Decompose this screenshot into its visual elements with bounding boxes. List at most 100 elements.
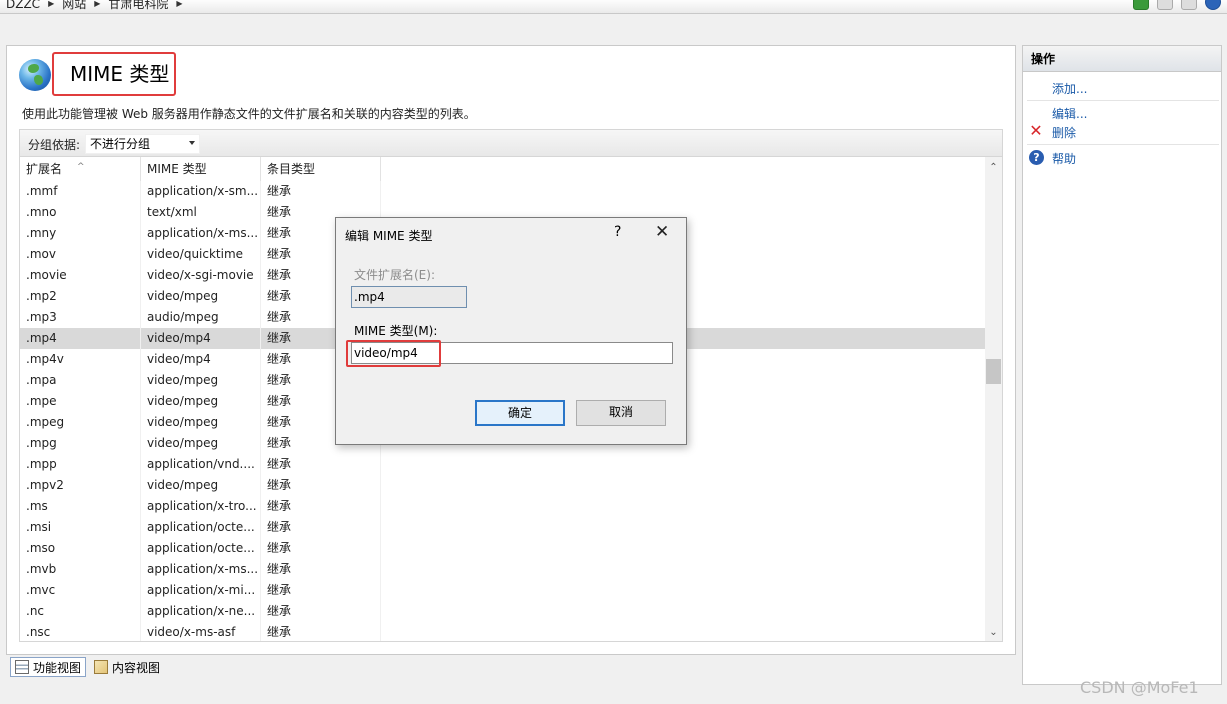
watermark: CSDN @MoFe1 <box>1080 678 1199 697</box>
help-icon[interactable]: ? <box>1029 150 1044 165</box>
cell-mime-type: audio/mpeg <box>141 307 261 328</box>
tab-features-view[interactable]: 功能视图 <box>10 657 87 677</box>
tab-content-view[interactable]: 内容视图 <box>90 657 164 677</box>
column-header-extension[interactable]: 扩展名 ^ <box>20 157 141 181</box>
cell-extension: .mpv2 <box>20 475 141 496</box>
cell-mime-type: video/mpeg <box>141 433 261 454</box>
cell-mime-type: application/x-sm... <box>141 181 261 202</box>
toolbar-icons <box>1133 0 1221 10</box>
vertical-scrollbar[interactable]: ⌃ ⌄ <box>985 157 1002 641</box>
breadcrumb-item-server[interactable]: DZZC <box>0 0 46 11</box>
cell-mime-type: text/xml <box>141 202 261 223</box>
dialog-help-button[interactable]: ? <box>614 224 621 240</box>
extension-label: 文件扩展名(E): <box>354 268 435 282</box>
group-by-select[interactable]: 不进行分组 <box>85 134 200 154</box>
table-row[interactable]: .ms application/x-tro... 继承 <box>20 496 988 517</box>
table-row[interactable]: .nc application/x-ne... 继承 <box>20 601 988 622</box>
breadcrumb-item-site[interactable]: 甘肃电科院 <box>102 0 174 12</box>
table-row[interactable]: .mpp application/vnd.... 继承 <box>20 454 988 475</box>
extension-field: .mp4 <box>351 286 467 308</box>
cell-entry-type: 继承 <box>261 496 381 517</box>
cell-mime-type: video/x-ms-asf <box>141 622 261 641</box>
tab-content-view-label: 内容视图 <box>112 660 161 675</box>
action-edit[interactable]: 编辑... <box>1052 105 1087 122</box>
chevron-down-icon <box>189 141 195 145</box>
cell-extension: .mmf <box>20 181 141 202</box>
cell-entry-type: 继承 <box>261 538 381 559</box>
action-separator <box>1027 100 1219 101</box>
address-bar: DZZC ▶ 网站 ▶ 甘肃电科院 ▶ <box>0 0 1227 14</box>
delete-icon[interactable]: ✕ <box>1029 123 1043 139</box>
cell-entry-type: 继承 <box>261 601 381 622</box>
mime-type-label: MIME 类型(M): <box>354 324 438 338</box>
cell-entry-type: 继承 <box>261 622 381 641</box>
cell-extension: .mso <box>20 538 141 559</box>
table-row[interactable]: .mso application/octe... 继承 <box>20 538 988 559</box>
cell-extension: .msi <box>20 517 141 538</box>
cell-extension: .mvb <box>20 559 141 580</box>
list-header: 扩展名 ^ MIME 类型 条目类型 <box>20 157 381 181</box>
cell-mime-type: application/x-mi... <box>141 580 261 601</box>
column-header-entry-type[interactable]: 条目类型 <box>261 157 381 181</box>
scroll-down-icon[interactable]: ⌄ <box>985 624 1002 641</box>
cell-extension: .mp3 <box>20 307 141 328</box>
cell-extension: .mpa <box>20 370 141 391</box>
cell-extension: .ms <box>20 496 141 517</box>
ok-button[interactable]: 确定 <box>475 400 565 426</box>
cell-mime-type: video/mp4 <box>141 349 261 370</box>
cell-extension: .mno <box>20 202 141 223</box>
action-delete[interactable]: 删除 <box>1052 124 1076 141</box>
cell-extension: .mpp <box>20 454 141 475</box>
highlight-box <box>346 340 441 367</box>
scroll-up-icon[interactable]: ⌃ <box>985 159 1002 176</box>
table-row[interactable]: .nsc video/x-ms-asf 继承 <box>20 622 988 641</box>
page-title: MIME 类型 <box>52 52 176 96</box>
cancel-button[interactable]: 取消 <box>576 400 666 426</box>
cell-mime-type: video/mpeg <box>141 286 261 307</box>
cell-mime-type: application/octe... <box>141 538 261 559</box>
features-view-icon <box>15 660 29 674</box>
cell-mime-type: application/x-tro... <box>141 496 261 517</box>
scrollbar-thumb[interactable] <box>986 359 1001 384</box>
cell-entry-type: 继承 <box>261 559 381 580</box>
dialog-body: 文件扩展名(E): .mp4 MIME 类型(M): video/mp4 确定 … <box>337 248 685 444</box>
breadcrumb-arrow-icon[interactable]: ▶ <box>46 0 56 8</box>
cell-extension: .mp2 <box>20 286 141 307</box>
breadcrumb-arrow-icon[interactable]: ▶ <box>92 0 102 8</box>
globe-icon <box>19 59 51 91</box>
refresh-icon[interactable] <box>1133 0 1149 10</box>
breadcrumb-item-sites[interactable]: 网站 <box>56 0 92 12</box>
cell-extension: .movie <box>20 265 141 286</box>
cell-entry-type: 继承 <box>261 475 381 496</box>
close-icon[interactable]: ✕ <box>655 222 669 242</box>
breadcrumb-arrow-icon[interactable]: ▶ <box>174 0 184 8</box>
cell-extension: .mpe <box>20 391 141 412</box>
cell-entry-type: 继承 <box>261 580 381 601</box>
table-row[interactable]: .msi application/octe... 继承 <box>20 517 988 538</box>
table-row[interactable]: .mvc application/x-mi... 继承 <box>20 580 988 601</box>
dialog-title: 编辑 MIME 类型 <box>345 229 433 243</box>
cell-extension: .mpeg <box>20 412 141 433</box>
cell-extension: .nsc <box>20 622 141 641</box>
table-row[interactable]: .mvb application/x-ms... 继承 <box>20 559 988 580</box>
column-header-mime[interactable]: MIME 类型 <box>141 157 261 181</box>
actions-title: 操作 <box>1023 46 1221 72</box>
action-help[interactable]: 帮助 <box>1052 150 1076 167</box>
tab-features-view-label: 功能视图 <box>33 660 82 675</box>
action-separator <box>1027 144 1219 145</box>
table-row[interactable]: .mmf application/x-sm... 继承 <box>20 181 988 202</box>
cell-mime-type: video/x-sgi-movie <box>141 265 261 286</box>
cell-mime-type: video/mpeg <box>141 391 261 412</box>
cell-extension: .mp4 <box>20 328 141 349</box>
home-icon[interactable] <box>1181 0 1197 10</box>
cell-mime-type: application/vnd.... <box>141 454 261 475</box>
table-row[interactable]: .mpv2 video/mpeg 继承 <box>20 475 988 496</box>
cell-extension: .mpg <box>20 433 141 454</box>
action-add[interactable]: 添加... <box>1052 80 1087 97</box>
stop-icon[interactable] <box>1157 0 1173 10</box>
group-by-bar: 分组依据: 不进行分组 <box>19 129 1003 156</box>
cell-entry-type: 继承 <box>261 517 381 538</box>
edit-mime-dialog: 编辑 MIME 类型 ? ✕ 文件扩展名(E): .mp4 MIME 类型(M)… <box>335 217 687 445</box>
help-icon[interactable] <box>1205 0 1221 10</box>
cell-extension: .mvc <box>20 580 141 601</box>
